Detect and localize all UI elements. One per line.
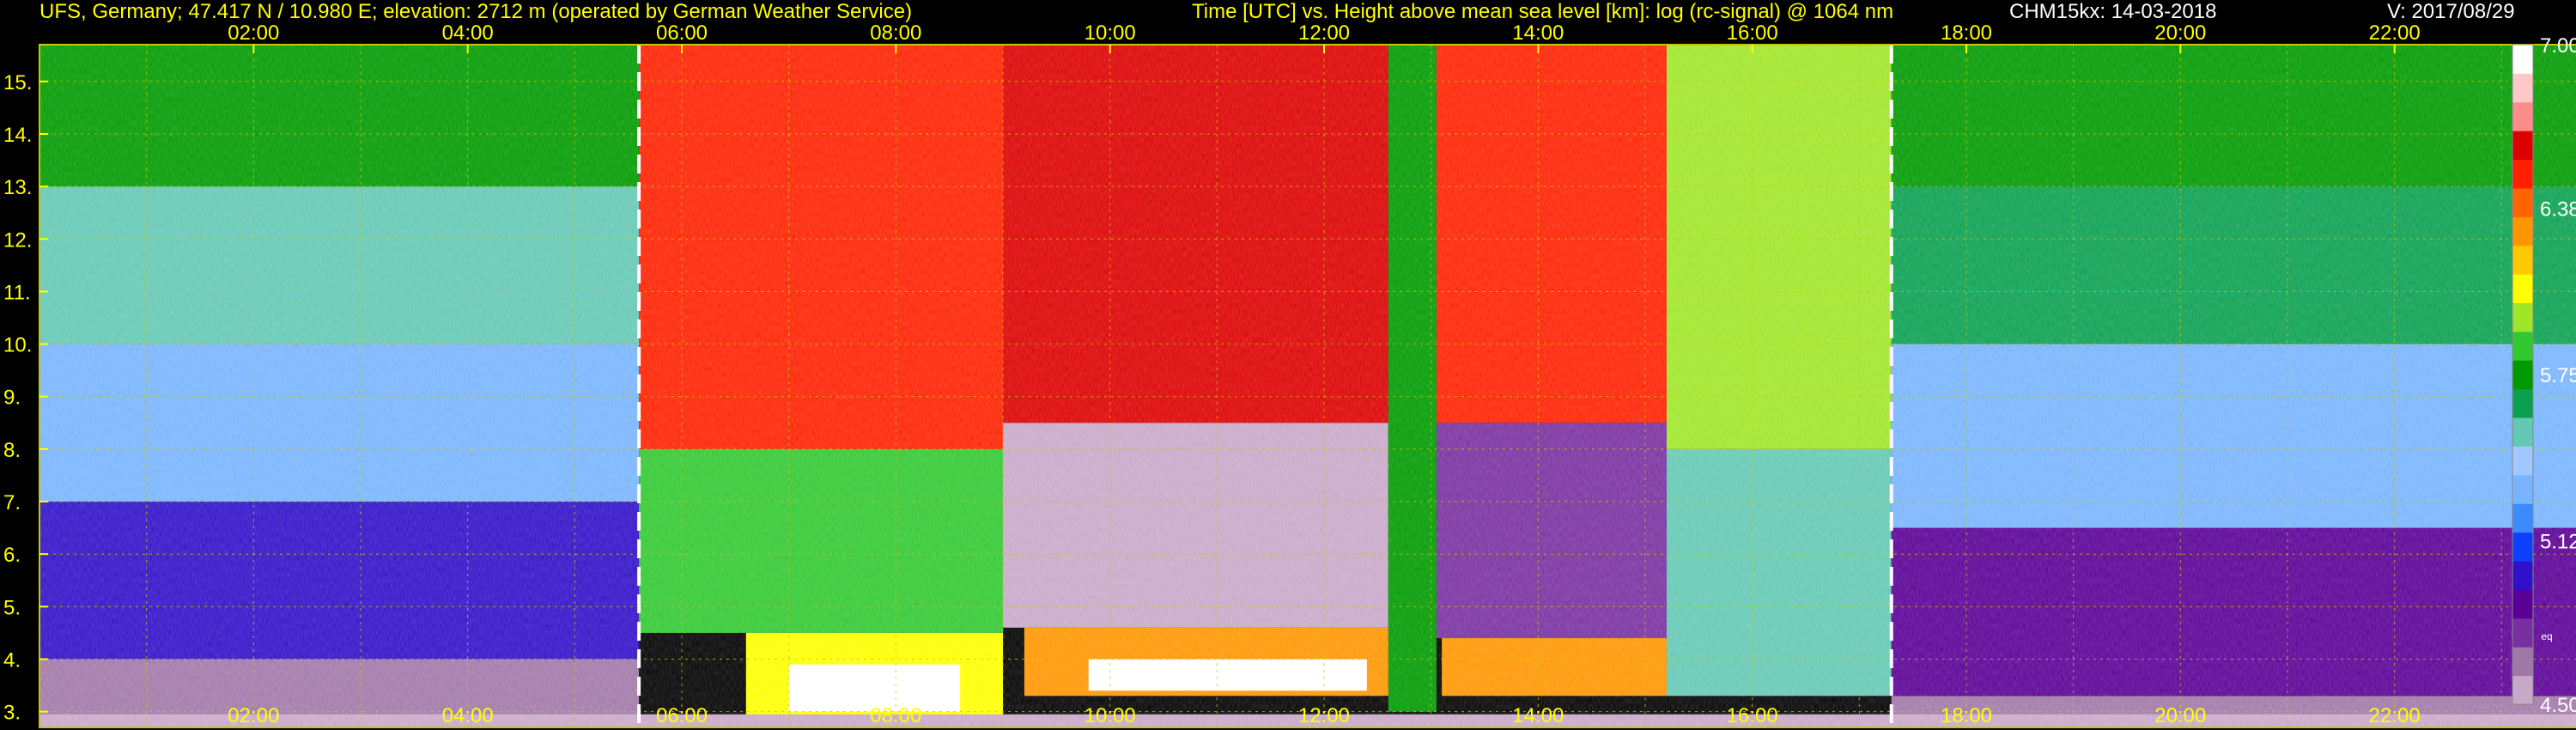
y-tick-label: 10. [3,334,32,357]
colorbar-segment [2512,73,2533,103]
x-tick-label: 10:00 [1084,704,1136,727]
colorbar-segment [2512,131,2533,161]
colorbar-tick-label: 7.00 [2540,34,2576,58]
x-tick-label: 12:00 [1298,704,1350,727]
colorbar-segment [2512,503,2533,533]
x-tick-label: 20:00 [2154,21,2206,45]
colorbar-segment [2512,561,2533,590]
x-tick-label: 02:00 [228,704,279,727]
y-tick-label: 12. [3,228,32,252]
noise-overlay [39,45,2576,727]
x-tick-label: 16:00 [1727,21,1778,45]
x-tick-label: 04:00 [442,704,494,727]
y-tick-label: 6. [3,544,21,567]
x-tick-label: 08:00 [870,21,921,45]
x-tick-label: 12:00 [1298,21,1350,45]
colorbar-segment [2512,245,2533,275]
colorbar-segment [2512,532,2533,562]
y-tick-label: 13. [3,176,32,199]
colorbar-segment [2512,675,2533,705]
x-tick-label: 06:00 [656,704,708,727]
colorbar-segment [2512,187,2533,217]
colorbar-segment [2512,474,2533,504]
colorbar-tick-label: 4.50 [2540,694,2576,717]
lidar-chart: 02:00 02:00 04:00 04:00 06:00 06:00 08:00 08:00… [3,21,2576,728]
x-tick-label: 10:00 [1084,21,1136,45]
colorbar-segment [2512,417,2533,447]
colorbar-segment [2512,446,2533,476]
colorbar-segment [2512,617,2533,648]
y-tick-label: 5. [3,596,21,619]
colorbar-segment [2512,302,2533,332]
y-tick-label: 8. [3,439,21,462]
colorbar-tick-label: 5.75 [2540,364,2576,387]
colorbar-segment [2512,159,2533,189]
colorbar-tick-label: 6.38 [2540,198,2576,221]
x-tick-label: 04:00 [442,21,494,45]
y-tick-label: 9. [3,386,21,410]
y-tick-label: 3. [3,702,21,725]
x-tick-label: 08:00 [870,704,921,727]
x-tick-label: 14:00 [1512,21,1564,45]
x-tick-label: 02:00 [228,21,279,45]
colorbar-small-label: eq [2541,630,2552,642]
colorbar-segment [2512,274,2533,304]
x-tick-label: 18:00 [1941,704,1992,727]
y-tick-label: 4. [3,649,21,672]
colorbar-segment [2512,331,2533,361]
x-tick-label: 14:00 [1512,704,1564,727]
colorbar-segment [2512,101,2533,131]
x-tick-label: 06:00 [656,21,708,45]
colorbar-tick-label: 5.12 [2540,531,2576,554]
x-tick-label: 16:00 [1727,704,1778,727]
x-tick-label: 18:00 [1941,21,1992,45]
y-tick-label: 7. [3,491,21,514]
x-tick-label: 22:00 [2369,704,2421,727]
colorbar-segment [2512,589,2533,619]
x-tick-label: 22:00 [2369,21,2421,45]
colorbar-segment [2512,216,2533,246]
colorbar-segment [2512,388,2533,418]
colorbar-segment [2512,360,2533,390]
y-tick-label: 11. [3,281,31,304]
y-tick-label: 15. [3,71,32,94]
colorbar-segment [2512,647,2533,677]
y-tick-label: 14. [3,124,32,147]
x-tick-label: 20:00 [2154,704,2206,727]
colorbar-segment [2512,45,2533,74]
